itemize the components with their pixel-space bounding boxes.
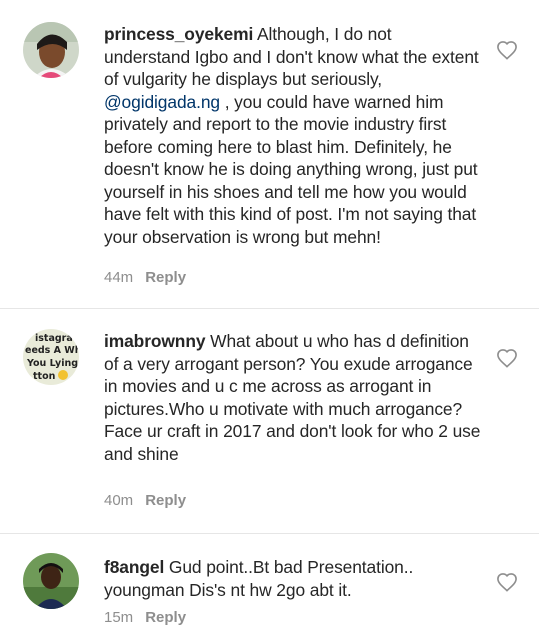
comment-divider bbox=[0, 308, 539, 309]
comment-username[interactable]: f8angel bbox=[104, 557, 164, 577]
reply-button[interactable]: Reply bbox=[145, 609, 186, 626]
comment-timestamp: 15m bbox=[104, 609, 134, 626]
avatar-meme-image: istagra eeds A Wh You Lying tton bbox=[23, 329, 79, 385]
comment-meta: 44m Reply bbox=[104, 269, 186, 286]
avatar[interactable] bbox=[23, 553, 79, 609]
comment-meta: 15m Reply bbox=[104, 609, 186, 626]
avatar-photo bbox=[23, 22, 79, 78]
comment-username[interactable]: princess_oyekemi bbox=[104, 24, 253, 44]
avatar-text-line-2: eeds A Wh bbox=[25, 345, 79, 356]
reply-button[interactable]: Reply bbox=[145, 269, 186, 286]
comment-body-text-cont: , you could have warned him privately an… bbox=[104, 91, 478, 247]
avatar-text-line-4: tton bbox=[33, 371, 56, 382]
comment-divider bbox=[0, 533, 539, 534]
heart-outline-icon[interactable] bbox=[496, 348, 518, 368]
comment-username[interactable]: imabrownny bbox=[104, 331, 206, 351]
avatar-photo bbox=[23, 553, 79, 609]
comment-text: princess_oyekemi Although, I do not unde… bbox=[104, 23, 482, 248]
avatar[interactable] bbox=[23, 22, 79, 78]
comment-text: f8angel Gud point..Bt bad Presentation..… bbox=[104, 556, 482, 601]
emoji-icon bbox=[58, 370, 68, 380]
comment-meta: 40m Reply bbox=[104, 492, 186, 509]
avatar-text-line-1: istagra bbox=[35, 333, 73, 344]
heart-outline-icon[interactable] bbox=[496, 572, 518, 592]
reply-button[interactable]: Reply bbox=[145, 492, 186, 509]
comment-mention-link[interactable]: @ogidigada.ng bbox=[104, 92, 220, 112]
comment-timestamp: 40m bbox=[104, 492, 134, 509]
comment-text: imabrownny What about u who has d defini… bbox=[104, 330, 482, 465]
heart-outline-icon[interactable] bbox=[496, 40, 518, 60]
avatar-text-line-3: You Lying bbox=[26, 358, 78, 369]
avatar[interactable]: istagra eeds A Wh You Lying tton bbox=[23, 329, 79, 385]
comment-timestamp: 44m bbox=[104, 269, 134, 286]
